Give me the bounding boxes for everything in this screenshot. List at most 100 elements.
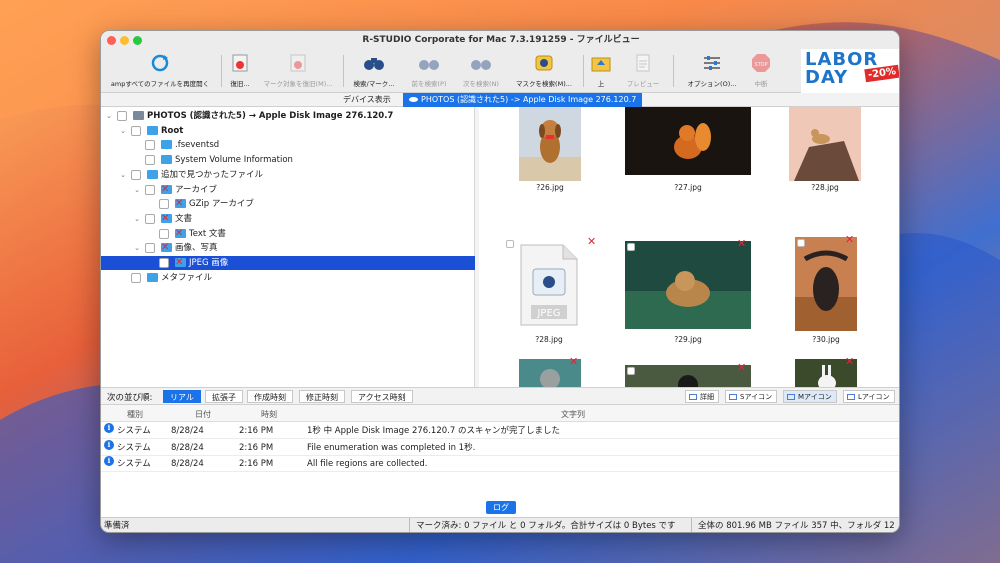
- view-medium-icons-button[interactable]: Mアイコン: [783, 390, 837, 403]
- toolbar-separator: [583, 55, 584, 87]
- tree-checkbox[interactable]: [145, 184, 155, 195]
- tree-checkbox[interactable]: [117, 111, 127, 121]
- tree-item-label: 文書: [175, 213, 193, 224]
- chevron-down-icon[interactable]: ⌄: [119, 124, 127, 138]
- stop-button[interactable]: STOP 中断: [747, 51, 775, 91]
- tree-checkbox[interactable]: [145, 155, 155, 166]
- view-small-icons-button[interactable]: Sアイコン: [725, 390, 778, 403]
- reopen-all-files-button[interactable]: ampすべてのファイルを再度開く: [105, 51, 215, 91]
- toolbar: ampすべてのファイルを再度開く 復旧... マーク対象を復旧(M)... 検索…: [101, 49, 899, 93]
- deleted-mark-icon: ✕: [175, 257, 184, 268]
- thumbnail-buffalo[interactable]: [795, 237, 857, 331]
- recover-icon: [232, 54, 248, 72]
- tree-item-label: メタファイル: [161, 272, 213, 283]
- log-row[interactable]: i システム 8/28/24 2:16 PM File enumeration was …: [101, 439, 899, 456]
- log-time: 2:16 PM: [239, 459, 274, 469]
- deleted-mark-icon: ✕: [845, 233, 855, 246]
- status-total: 全体の 801.96 MB ファイル 357 中、フォルダ 12: [691, 518, 895, 532]
- find-next-button[interactable]: 次を検索(N): [457, 51, 505, 91]
- preview-button[interactable]: プレビュー: [619, 51, 667, 91]
- sort-real-button[interactable]: リアル: [163, 390, 201, 403]
- thumbnail-lion-rock[interactable]: [789, 107, 861, 181]
- tab-device-view[interactable]: デバイス表示: [337, 93, 397, 107]
- tree-item[interactable]: ⌄ ✕ アーカイブ: [101, 183, 475, 197]
- log-date: 8/28/24: [171, 426, 204, 436]
- promo-line2: DAY: [805, 67, 849, 88]
- tree-checkbox[interactable]: [131, 272, 141, 283]
- small-icons-view-icon: [729, 394, 737, 400]
- tree-item[interactable]: ⌄ ✕ 文書: [101, 212, 475, 226]
- jpeg-file-icon[interactable]: JPEG: [517, 243, 581, 327]
- sort-modified-button[interactable]: 修正時刻: [299, 390, 345, 403]
- search-mask-button[interactable]: マスクを検索(M)...: [509, 51, 579, 91]
- thumbnail-squirrel[interactable]: [625, 107, 751, 175]
- tree-item[interactable]: ✕ GZip アーカイブ: [101, 197, 475, 211]
- chevron-down-icon[interactable]: ⌄: [133, 212, 141, 226]
- tree-checkbox[interactable]: [131, 169, 141, 180]
- minimize-window-button[interactable]: [120, 36, 129, 45]
- tree-item[interactable]: ⌄ Root: [101, 124, 475, 138]
- thumbnail-lioness[interactable]: [625, 241, 751, 329]
- view-tabs: デバイス表示 PHOTOS (認識された5) -> Apple Disk Ima…: [101, 93, 899, 107]
- options-button[interactable]: オプション(O)...: [681, 51, 743, 91]
- log-col-date[interactable]: 日付: [195, 409, 211, 420]
- tree-checkbox[interactable]: [159, 199, 169, 210]
- tree-item[interactable]: ✕ JPEG 画像: [101, 256, 475, 270]
- chevron-down-icon[interactable]: ⌄: [133, 241, 141, 255]
- zoom-window-button[interactable]: [133, 36, 142, 45]
- thumbnail-puppy[interactable]: [519, 107, 581, 181]
- options-sliders-icon: [704, 56, 720, 70]
- tree-item-label: PHOTOS (認識された5) → Apple Disk Image 276.1…: [147, 111, 394, 121]
- up-folder-button[interactable]: 上: [587, 51, 615, 91]
- log-row[interactable]: i システム 8/28/24 2:16 PM 1秒 中 Apple Disk Image…: [101, 423, 899, 439]
- tree-item[interactable]: メタファイル: [101, 271, 475, 285]
- log-row[interactable]: i システム 8/28/24 2:16 PM All file regions are …: [101, 456, 899, 472]
- status-bar: 準備済 マーク済み: 0 ファイル と 0 フォルダ。合計サイズは 0 Byte…: [101, 517, 899, 532]
- tab-file-view[interactable]: PHOTOS (認識された5) -> Apple Disk Image 276.…: [403, 93, 643, 107]
- deleted-mark-icon: ✕: [569, 355, 579, 368]
- tree-item[interactable]: ✕ Text 文書: [101, 227, 475, 241]
- tree-item[interactable]: ⌄ ✕ 画像、写真: [101, 241, 475, 255]
- folder-tree: ⌄ PHOTOS (認識された5) → Apple Disk Image 276.…: [101, 107, 475, 387]
- view-details-button[interactable]: 詳細: [685, 390, 719, 403]
- log-panel: 種別 日付 時刻 文字列 i システム 8/28/24 2:16 PM 1秒 中 App…: [101, 405, 899, 501]
- recover-button[interactable]: 復旧...: [225, 51, 255, 91]
- log-col-time[interactable]: 時刻: [261, 409, 277, 420]
- tree-checkbox[interactable]: [145, 243, 155, 254]
- sort-created-button[interactable]: 作成時刻: [247, 390, 293, 403]
- tree-item[interactable]: .fseventsd: [101, 138, 475, 152]
- tree-checkbox[interactable]: [145, 140, 155, 151]
- status-ready: 準備済: [104, 521, 130, 531]
- find-next-icon: [471, 60, 491, 70]
- search-mark-button[interactable]: 検索/マーク...: [347, 51, 401, 91]
- thumbnail-checkbox[interactable]: [506, 240, 514, 248]
- tree-item[interactable]: System Volume Information: [101, 153, 475, 167]
- tree-checkbox[interactable]: [131, 125, 141, 136]
- labor-day-promo-banner[interactable]: LABOR DAY -20%: [801, 49, 899, 93]
- find-previous-button[interactable]: 前を検索(P): [405, 51, 453, 91]
- view-large-icons-button[interactable]: Lアイコン: [843, 390, 895, 403]
- chevron-down-icon[interactable]: ⌄: [105, 109, 113, 123]
- recover-marked-button[interactable]: マーク対象を復旧(M)...: [259, 51, 337, 91]
- toolbar-separator: [221, 55, 222, 87]
- sort-accessed-button[interactable]: アクセス時刻: [351, 390, 413, 403]
- tree-checkbox[interactable]: [159, 228, 169, 239]
- thumbnail-checkbox[interactable]: [627, 243, 635, 251]
- log-col-message[interactable]: 文字列: [561, 409, 585, 420]
- thumbnail-gorilla[interactable]: [625, 365, 751, 387]
- sort-extension-button[interactable]: 拡張子: [205, 390, 243, 403]
- tree-item[interactable]: ⌄ 追加で見つかったファイル: [101, 168, 475, 182]
- log-col-type[interactable]: 種別: [127, 409, 143, 420]
- chevron-down-icon[interactable]: ⌄: [133, 183, 141, 197]
- tree-item[interactable]: ⌄ PHOTOS (認識された5) → Apple Disk Image 276.…: [101, 109, 475, 123]
- chevron-down-icon[interactable]: ⌄: [119, 168, 127, 182]
- thumbnail-checkbox[interactable]: [627, 367, 635, 375]
- close-window-button[interactable]: [107, 36, 116, 45]
- thumbnail-checkbox[interactable]: [797, 239, 805, 247]
- log-tab[interactable]: ログ: [486, 501, 516, 514]
- log-type: システム: [117, 442, 151, 453]
- tree-checkbox[interactable]: [145, 213, 155, 224]
- title-bar: R-STUDIO Corporate for Mac 7.3.191259 - …: [101, 31, 899, 49]
- log-message: File enumeration was completed in 1秒.: [307, 442, 476, 453]
- tree-checkbox[interactable]: [159, 258, 169, 268]
